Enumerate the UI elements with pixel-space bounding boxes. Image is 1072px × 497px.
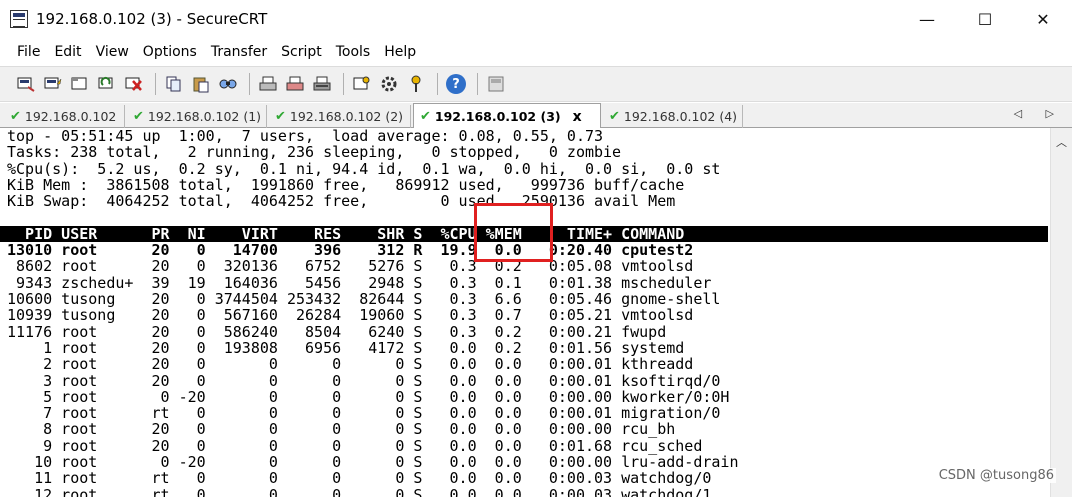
process-row: 13010 root 20 0 14700 396 312 R 19.9 0.0… bbox=[7, 241, 694, 260]
process-row: 8602 root 20 0 320136 6752 5276 S 0.3 0.… bbox=[7, 257, 694, 276]
global-options-icon[interactable] bbox=[377, 72, 401, 96]
connected-check-icon: ✔ bbox=[10, 109, 21, 124]
window-controls: — ☐ ✕ bbox=[898, 0, 1072, 38]
tab-session-4[interactable]: ✔ 192.168.0.102 (4) bbox=[603, 105, 743, 128]
maximize-icon[interactable]: ☐ bbox=[956, 0, 1014, 38]
connected-check-icon: ✔ bbox=[609, 109, 620, 124]
top-swap-line: KiB Swap: 4064252 total, 4064252 free, 0… bbox=[7, 192, 676, 211]
process-row: 3 root 20 0 0 0 0 S 0.0 0.0 0:00.01 ksof… bbox=[7, 371, 721, 390]
connect-in-tab-icon[interactable] bbox=[68, 72, 92, 96]
toolbar-separator bbox=[437, 73, 438, 95]
menu-bar: File Edit View Options Transfer Script T… bbox=[0, 38, 1072, 66]
process-row: 7 root rt 0 0 0 0 S 0.0 0.0 0:00.01 migr… bbox=[7, 404, 721, 423]
window-title: 192.168.0.102 (3) - SecureCRT bbox=[36, 10, 268, 28]
toolbar-separator bbox=[477, 73, 478, 95]
tab-label: 192.168.0.102 (3) bbox=[434, 109, 561, 124]
process-row: 11176 root 20 0 586240 8504 6240 S 0.3 0… bbox=[7, 322, 667, 341]
paste-icon[interactable] bbox=[189, 72, 213, 96]
toolbar-separator bbox=[249, 73, 250, 95]
tab-scroll-arrows-icon[interactable]: ◁ ▷ bbox=[1014, 107, 1064, 120]
process-row: 12 root rt 0 0 0 0 S 0.0 0.0 0:00.03 wat… bbox=[7, 485, 712, 497]
menu-script[interactable]: Script bbox=[274, 40, 329, 64]
toolbar-separator bbox=[343, 73, 344, 95]
help-icon[interactable]: ? bbox=[444, 72, 468, 96]
session-options-icon[interactable] bbox=[350, 72, 374, 96]
tab-close-icon[interactable]: x bbox=[573, 109, 582, 125]
menu-tools[interactable]: Tools bbox=[329, 40, 378, 64]
process-row: 2 root 20 0 0 0 0 S 0.0 0.0 0:00.01 kthr… bbox=[7, 355, 694, 374]
menu-transfer[interactable]: Transfer bbox=[204, 40, 274, 64]
tab-session-1[interactable]: ✔ 192.168.0.102 (1) bbox=[127, 105, 267, 128]
tab-label: 192.168.0.102 bbox=[24, 109, 117, 124]
quick-connect-icon[interactable] bbox=[41, 72, 65, 96]
copy-icon[interactable] bbox=[162, 72, 186, 96]
tab-label: 192.168.0.102 (4) bbox=[623, 109, 738, 124]
top-cpu-line: %Cpu(s): 5.2 us, 0.2 sy, 0.1 ni, 94.4 id… bbox=[7, 159, 721, 178]
scroll-up-arrow-icon[interactable]: ︿ bbox=[1056, 134, 1067, 150]
menu-options[interactable]: Options bbox=[136, 40, 204, 64]
process-row: 10600 tusong 20 0 3744504 253432 82644 S… bbox=[7, 290, 721, 308]
process-row: 9 root 20 0 0 0 0 S 0.0 0.0 0:01.68 rcu_… bbox=[7, 436, 703, 455]
keymap-icon[interactable] bbox=[404, 72, 428, 96]
tab-session-2[interactable]: ✔ 192.168.0.102 (2) bbox=[269, 105, 411, 128]
menu-view[interactable]: View bbox=[89, 40, 136, 64]
tab-session-0[interactable]: ✔ 192.168.0.102 bbox=[4, 105, 125, 128]
watermark: CSDN @tusong86 bbox=[936, 468, 1056, 483]
process-header: PID USER PR NI VIRT RES SHR S %CPU %MEM … bbox=[7, 224, 685, 243]
tab-session-3[interactable]: ✔ 192.168.0.102 (3) x bbox=[413, 103, 601, 129]
securecrt-app-icon bbox=[10, 10, 28, 28]
menu-help[interactable]: Help bbox=[377, 40, 423, 64]
reconnect-icon[interactable] bbox=[95, 72, 119, 96]
minimize-icon[interactable]: — bbox=[898, 0, 956, 38]
connect-icon[interactable] bbox=[14, 72, 38, 96]
terminal-scrollbar[interactable]: ︿ bbox=[1050, 128, 1072, 497]
disconnect-icon[interactable] bbox=[122, 72, 146, 96]
toolbar: ? bbox=[0, 66, 1072, 102]
menu-edit[interactable]: Edit bbox=[47, 40, 88, 64]
about-icon[interactable] bbox=[484, 72, 508, 96]
session-tab-bar: ✔ 192.168.0.102 ✔ 192.168.0.102 (1) ✔ 19… bbox=[0, 103, 1072, 129]
process-row: 10 root 0 -20 0 0 0 S 0.0 0.0 0:00.00 lr… bbox=[7, 453, 739, 471]
process-row: 11 root rt 0 0 0 0 S 0.0 0.0 0:00.03 wat… bbox=[7, 469, 712, 488]
terminal-output[interactable]: top - 05:51:45 up 1:00, 7 users, load av… bbox=[0, 128, 1050, 497]
title-bar: 192.168.0.102 (3) - SecureCRT — ☐ ✕ bbox=[0, 0, 1072, 38]
find-icon[interactable] bbox=[216, 72, 240, 96]
connected-check-icon: ✔ bbox=[275, 109, 286, 124]
print-icon[interactable] bbox=[256, 72, 280, 96]
toolbar-separator bbox=[155, 73, 156, 95]
connected-check-icon: ✔ bbox=[133, 109, 144, 124]
print-selection-icon[interactable] bbox=[283, 72, 307, 96]
printer-setup-icon[interactable] bbox=[310, 72, 334, 96]
process-row: 8 root 20 0 0 0 0 S 0.0 0.0 0:00.00 rcu_… bbox=[7, 420, 676, 439]
tab-label: 192.168.0.102 (2) bbox=[289, 109, 404, 124]
process-row: 5 root 0 -20 0 0 0 S 0.0 0.0 0:00.00 kwo… bbox=[7, 387, 730, 406]
tab-label: 192.168.0.102 (1) bbox=[147, 109, 262, 124]
menu-file[interactable]: File bbox=[10, 40, 47, 64]
process-row: 9343 zschedu+ 39 19 164036 5456 2948 S 0… bbox=[7, 273, 712, 292]
top-mem-line: KiB Mem : 3861508 total, 1991860 free, 8… bbox=[7, 175, 685, 194]
top-tasks-line: Tasks: 238 total, 2 running, 236 sleepin… bbox=[7, 143, 622, 162]
connected-check-icon: ✔ bbox=[420, 109, 431, 124]
top-uptime-line: top - 05:51:45 up 1:00, 7 users, load av… bbox=[7, 128, 604, 145]
cpu-highlight-annotation bbox=[474, 203, 553, 262]
process-row: 10939 tusong 20 0 567160 26284 19060 S 0… bbox=[7, 306, 694, 325]
close-icon[interactable]: ✕ bbox=[1014, 0, 1072, 38]
process-row: 1 root 20 0 193808 6956 4172 S 0.0 0.2 0… bbox=[7, 338, 685, 357]
